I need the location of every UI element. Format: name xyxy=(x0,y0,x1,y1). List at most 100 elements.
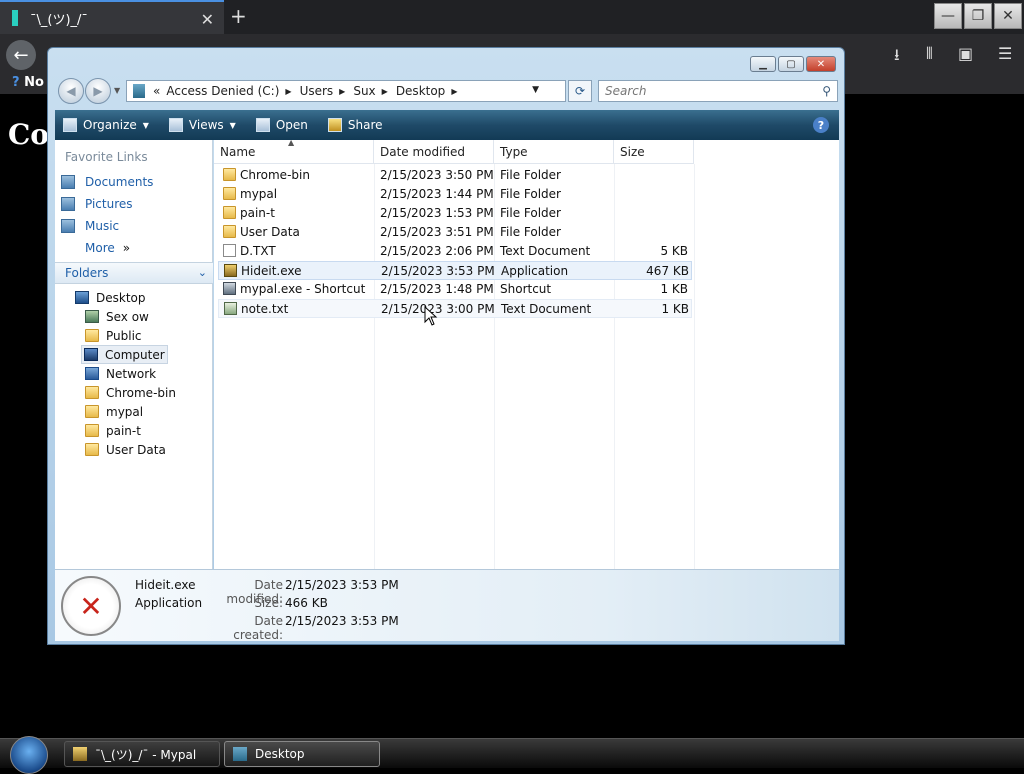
breadcrumb-arrow-icon[interactable]: ▶ xyxy=(339,87,345,96)
browser-restore-button[interactable]: ❐ xyxy=(964,3,992,29)
explorer-minimize-button[interactable]: ▁ xyxy=(750,56,776,72)
file-size: 1 KB xyxy=(661,302,689,316)
computer-icon xyxy=(84,348,98,361)
tree-item-computer[interactable]: Computer xyxy=(81,345,168,364)
menu-icon[interactable]: ☰ xyxy=(998,44,1012,63)
favorite-link-music[interactable]: Music xyxy=(61,216,119,236)
search-input[interactable]: Search ⚲ xyxy=(598,80,838,102)
file-row[interactable]: Chrome-bin 2/15/2023 3:50 PM File Folder xyxy=(218,166,692,185)
browser-back-button[interactable]: ← xyxy=(6,40,36,70)
library-icon[interactable]: ⫴ xyxy=(926,44,933,64)
tab-title: ¯\_(ツ)_/¯ xyxy=(30,12,88,28)
details-file-name: Hideit.exe xyxy=(135,578,196,592)
taskbar-item-mypal[interactable]: ¯\_(ツ)_/¯ - Mypal xyxy=(64,741,220,767)
column-header-date-modified[interactable]: Date modified xyxy=(374,140,494,164)
arrow-right-icon: ▶ xyxy=(93,84,103,98)
explorer-window: ▁ ▢ ✕ ◀ ▶ ▼ « Access Denied (C:) ▶ Users… xyxy=(47,47,845,645)
chevron-down-icon: ⌄ xyxy=(197,266,207,279)
folder-icon xyxy=(85,443,99,456)
breadcrumb-desktop[interactable]: Desktop xyxy=(396,84,446,98)
details-size: 466 KB xyxy=(285,596,328,610)
tree-item-mypal[interactable]: mypal xyxy=(83,402,145,421)
file-row-selected[interactable]: Hideit.exe 2/15/2023 3:53 PM Application… xyxy=(218,261,692,280)
tree-item-chrome-bin[interactable]: Chrome-bin xyxy=(83,383,178,402)
tree-item-network[interactable]: Network xyxy=(83,364,158,383)
navigation-bar: ◀ ▶ ▼ « Access Denied (C:) ▶ Users ▶ Sux… xyxy=(56,78,840,104)
browser-tab[interactable]: ¯\_(ツ)_/¯ ✕ xyxy=(0,0,224,34)
file-row[interactable]: mypal 2/15/2023 1:44 PM File Folder xyxy=(218,185,692,204)
mouse-cursor-icon xyxy=(424,306,438,326)
address-dropdown-icon[interactable]: ▼ xyxy=(532,85,539,95)
tree-item-desktop[interactable]: Desktop xyxy=(73,288,148,307)
explorer-close-button[interactable]: ✕ xyxy=(806,56,836,72)
nav-forward-button[interactable]: ▶ xyxy=(85,78,111,104)
breadcrumb-arrow-icon[interactable]: ▶ xyxy=(285,87,291,96)
file-row[interactable]: pain-t 2/15/2023 1:53 PM File Folder xyxy=(218,204,692,223)
tree-item-pain-t[interactable]: pain-t xyxy=(83,421,143,440)
breadcrumb-sux[interactable]: Sux xyxy=(353,84,375,98)
tree-item-user[interactable]: Sex ow xyxy=(83,307,151,326)
file-row[interactable]: D.TXT 2/15/2023 2:06 PM Text Document 5 … xyxy=(218,242,692,261)
share-button[interactable]: Share xyxy=(327,118,383,132)
file-type: Application xyxy=(501,264,569,278)
browser-close-button[interactable]: ✕ xyxy=(994,3,1022,29)
refresh-button[interactable]: ⟳ xyxy=(568,80,592,102)
breadcrumb-drive[interactable]: Access Denied (C:) xyxy=(166,84,279,98)
desktop-icon xyxy=(75,291,89,304)
chevron-down-icon: ▼ xyxy=(142,120,149,130)
file-date: 2/15/2023 3:53 PM xyxy=(381,264,495,278)
folder-icon xyxy=(223,168,236,181)
sidebar-icon[interactable]: ▣ xyxy=(958,44,973,63)
favorite-link-pictures[interactable]: Pictures xyxy=(61,194,133,214)
views-label: Views xyxy=(188,118,224,132)
folder-icon xyxy=(85,329,99,342)
organize-button[interactable]: Organize ▼ xyxy=(63,118,149,132)
nav-back-button[interactable]: ◀ xyxy=(58,78,84,104)
file-date: 2/15/2023 2:06 PM xyxy=(380,244,494,258)
double-chevron-icon: » xyxy=(122,241,131,255)
more-links-button[interactable]: More » xyxy=(85,238,130,258)
folders-toggle[interactable]: Folders ⌄ xyxy=(55,262,213,284)
bookmark-item[interactable]: ? No xyxy=(12,75,44,90)
column-header-size[interactable]: Size xyxy=(614,140,694,164)
explorer-maximize-button[interactable]: ▢ xyxy=(778,56,804,72)
open-button[interactable]: Open xyxy=(255,118,308,132)
address-bar[interactable]: « Access Denied (C:) ▶ Users ▶ Sux ▶ Des… xyxy=(126,80,566,102)
details-size-label: Size: xyxy=(254,596,283,610)
new-tab-button[interactable]: + xyxy=(230,4,247,28)
help-bookmark-icon: ? xyxy=(12,75,20,90)
file-size: 467 KB xyxy=(646,264,689,278)
favorite-link-documents[interactable]: Documents xyxy=(61,172,153,192)
browser-minimize-button[interactable]: — xyxy=(934,3,962,29)
taskbar-item-desktop[interactable]: Desktop xyxy=(224,741,380,767)
file-name: Chrome-bin xyxy=(240,168,310,182)
tree-item-public[interactable]: Public xyxy=(83,326,144,345)
share-icon xyxy=(327,118,342,132)
tab-close-icon[interactable]: ✕ xyxy=(201,10,214,29)
search-icon[interactable]: ⚲ xyxy=(822,84,831,98)
column-header-type[interactable]: Type xyxy=(494,140,614,164)
download-icon[interactable]: ⭳ xyxy=(894,44,900,71)
more-label: More xyxy=(85,241,115,255)
favorite-link-label: Documents xyxy=(85,175,154,189)
breadcrumb-arrow-icon[interactable]: ▶ xyxy=(382,87,388,96)
views-button[interactable]: Views ▼ xyxy=(168,118,236,132)
breadcrumb-overflow[interactable]: « xyxy=(153,84,160,98)
recent-pages-chevron-icon[interactable]: ▼ xyxy=(114,86,120,95)
column-header-name[interactable]: Name ▲ xyxy=(214,138,374,164)
breadcrumb-arrow-icon[interactable]: ▶ xyxy=(451,87,457,96)
tree-item-label: Desktop xyxy=(96,290,146,305)
file-name: D.TXT xyxy=(240,244,276,258)
file-name: Hideit.exe xyxy=(241,264,302,278)
tree-item-label: Chrome-bin xyxy=(106,385,176,400)
tree-item-label: Computer xyxy=(105,347,165,362)
file-row[interactable]: note.txt 2/15/2023 3:00 PM Text Document… xyxy=(218,299,692,318)
help-icon[interactable]: ? xyxy=(813,117,829,133)
file-row[interactable]: mypal.exe - Shortcut 2/15/2023 1:48 PM S… xyxy=(218,280,692,299)
tree-item-user-data[interactable]: User Data xyxy=(83,440,168,459)
close-icon: ✕ xyxy=(816,58,826,70)
start-button[interactable] xyxy=(10,736,48,774)
file-row[interactable]: User Data 2/15/2023 3:51 PM File Folder xyxy=(218,223,692,242)
open-icon xyxy=(255,118,270,132)
breadcrumb-users[interactable]: Users xyxy=(300,84,334,98)
